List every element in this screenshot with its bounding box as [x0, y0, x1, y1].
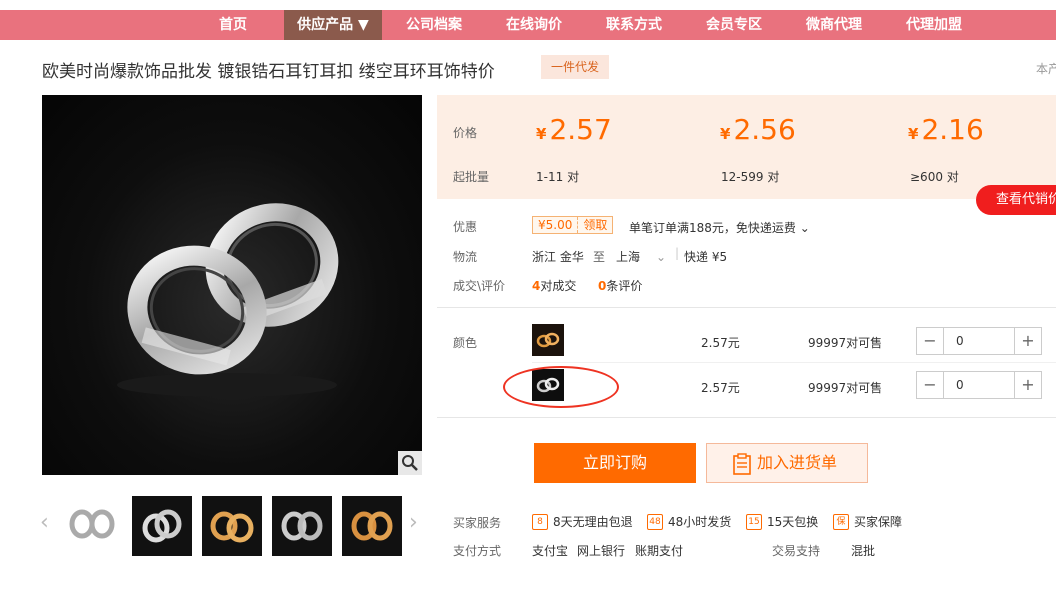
product-title: 欧美时尚爆款饰品批发 镀银锆石耳钉耳扣 缕空耳环耳饰特价: [42, 62, 495, 82]
trade-support-value: 混批: [851, 544, 876, 558]
service-buyer-protection[interactable]: 保买家保障: [833, 513, 902, 530]
nav-members[interactable]: 会员专区: [694, 10, 774, 40]
zoom-icon: [402, 455, 418, 471]
promo-label: 优惠: [453, 220, 478, 234]
variant-1-price: 2.57元: [701, 336, 740, 350]
view-agent-price-button[interactable]: 查看代销价: [976, 185, 1056, 215]
variant-1-quantity-input[interactable]: [943, 328, 1015, 354]
color-swatch-gold[interactable]: [532, 324, 564, 356]
ship-to-select[interactable]: 上海 ⌄: [616, 248, 666, 265]
plus-icon[interactable]: +: [1015, 372, 1041, 398]
payment-online-banking: 网上银行: [577, 544, 626, 558]
promo-text[interactable]: 单笔订单满188元，免快递运费 ⌄: [629, 219, 810, 236]
divider: |: [675, 246, 680, 260]
logistics-label: 物流: [453, 250, 478, 264]
trade-support-label: 交易支持: [772, 544, 821, 558]
ship-from: 浙江 金华: [532, 250, 584, 264]
section-divider: [437, 307, 1056, 308]
variant-1-stock: 99997对可售: [808, 336, 883, 350]
ship-to-word: 至: [593, 250, 606, 264]
coupon-amount: ¥5.00: [538, 218, 573, 232]
shield-icon: 保: [833, 513, 849, 530]
chevron-left-icon[interactable]: ‹: [40, 510, 49, 535]
variant-2-stock: 99997对可售: [808, 381, 883, 395]
thumbnail-2[interactable]: [132, 496, 192, 556]
return-icon: 8: [532, 513, 548, 530]
nav-contact[interactable]: 联系方式: [594, 10, 674, 40]
exchange-icon: 15: [746, 513, 762, 530]
dropship-badge: 一件代发: [541, 55, 609, 79]
tier-1-range: 1-11 对: [536, 170, 580, 184]
variant-1-quantity-stepper: − +: [916, 327, 1042, 355]
add-to-cart-button[interactable]: 加入进货单: [706, 443, 868, 483]
row-divider: [532, 362, 1056, 363]
chevron-right-icon[interactable]: ›: [409, 510, 418, 535]
price-label: 价格: [453, 126, 478, 140]
tier-1-price: ¥2.57: [536, 113, 612, 146]
tier-2-range: 12-599 对: [721, 170, 780, 184]
variant-2-quantity-stepper: − +: [916, 371, 1042, 399]
earring-illustration: [117, 203, 339, 397]
variant-2-price: 2.57元: [701, 381, 740, 395]
chevron-down-icon: ⌄: [656, 250, 667, 264]
express-fee: 快递 ¥5: [684, 250, 728, 264]
clock-icon: 48: [647, 513, 663, 530]
thumbnail-4[interactable]: [272, 496, 332, 556]
color-label: 颜色: [453, 336, 478, 350]
plus-icon[interactable]: +: [1015, 328, 1041, 354]
product-main-image[interactable]: [42, 95, 422, 475]
payment-label: 支付方式: [453, 544, 502, 558]
nav-wechat-agent[interactable]: 微商代理: [794, 10, 874, 40]
service-48h-ship[interactable]: 48 48小时发货: [647, 513, 731, 530]
highlight-circle: [503, 366, 619, 408]
minus-icon[interactable]: −: [917, 372, 943, 398]
tier-3-range: ≥600 对: [910, 170, 959, 184]
buy-now-button[interactable]: 立即订购: [534, 443, 696, 483]
service-8day-return[interactable]: 8 8天无理由包退: [532, 513, 633, 530]
payment-credit-terms: 账期支付: [635, 544, 684, 558]
thumbnail-5[interactable]: [342, 496, 402, 556]
nav-online-inquiry[interactable]: 在线询价: [494, 10, 574, 40]
section-divider: [437, 417, 1056, 418]
minus-icon[interactable]: −: [917, 328, 943, 354]
nav-products[interactable]: 供应产品 ▼: [284, 10, 382, 40]
variant-2-quantity-input[interactable]: [943, 372, 1015, 398]
coupon-chip[interactable]: ¥5.00 领取: [532, 216, 614, 234]
top-nav: 首页 供应产品 ▼ 公司档案 在线询价 联系方式 会员专区 微商代理 代理加盟: [0, 10, 1056, 40]
nav-franchise[interactable]: 代理加盟: [894, 10, 974, 40]
chevron-down-icon: ⌄: [799, 221, 810, 235]
review-count[interactable]: 0条评价: [598, 277, 642, 294]
thumbnail-3[interactable]: [202, 496, 262, 556]
payment-alipay: 支付宝: [532, 544, 569, 558]
zoom-button[interactable]: [398, 451, 422, 475]
tier-3-price: ¥2.16: [908, 113, 984, 146]
min-order-label: 起批量: [453, 170, 490, 184]
add-to-cart-label: 加入进货单: [757, 453, 838, 472]
deals-label: 成交\评价: [453, 279, 506, 293]
services-label: 买家服务: [453, 516, 502, 530]
coupon-claim[interactable]: 领取: [577, 217, 612, 233]
clipboard-icon: [733, 453, 751, 475]
nav-company-profile[interactable]: 公司档案: [394, 10, 474, 40]
corner-text: 本产: [1036, 62, 1056, 76]
service-15day-exchange[interactable]: 15 15天包换: [746, 513, 818, 530]
tier-2-price: ¥2.56: [720, 113, 796, 146]
deal-count[interactable]: 4对成交: [532, 277, 576, 294]
thumbnail-1[interactable]: [62, 496, 122, 556]
nav-home[interactable]: 首页: [196, 10, 270, 40]
